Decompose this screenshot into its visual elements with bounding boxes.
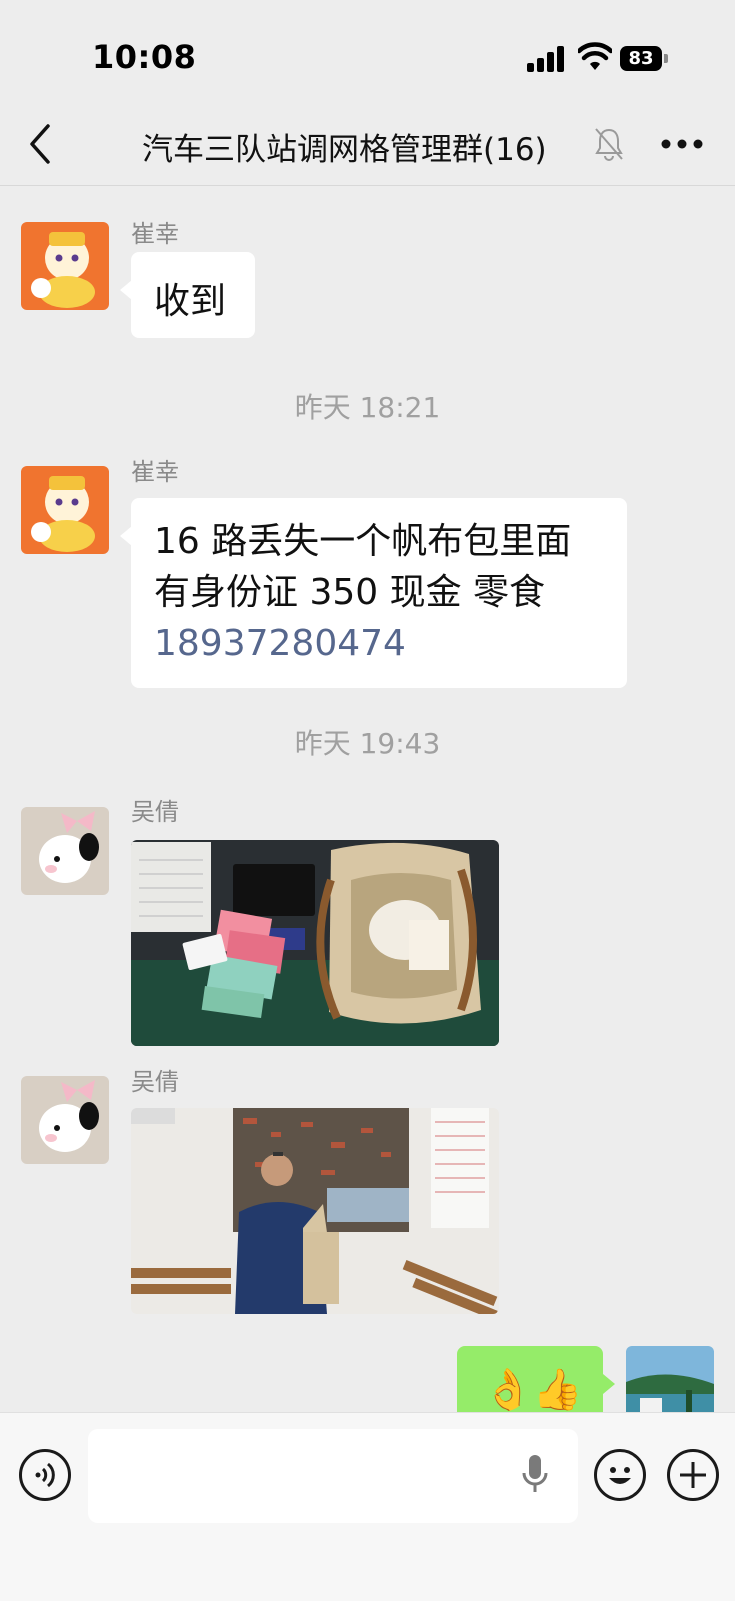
message-line: 有身份证 350 现金 零食 — [154, 572, 546, 613]
message-text: 收到 — [154, 281, 227, 322]
sender-name: 崔幸 — [131, 220, 179, 248]
chat-title[interactable]: 汽车三队站调网格管理群(16) — [142, 124, 547, 169]
avatar[interactable] — [21, 466, 109, 554]
voice-icon[interactable] — [19, 1449, 71, 1501]
my-avatar[interactable] — [626, 1346, 714, 1412]
input-bar — [0, 1412, 735, 1601]
avatar[interactable] — [21, 807, 109, 895]
message-bubble[interactable]: 16 路丢失一个帆布包里面 有身份证 350 现金 零食 18937280474 — [120, 498, 627, 688]
avatar[interactable] — [21, 1076, 109, 1164]
message-line: 16 路丢失一个帆布包里面 — [154, 521, 572, 562]
emoji-icon[interactable] — [594, 1449, 646, 1501]
battery-icon: 83 — [620, 46, 668, 71]
avatar[interactable] — [21, 222, 109, 310]
chat-messages[interactable]: 崔幸 收到 昨天 18:21 崔幸 16 路丢失一个帆布包里面 有身份证 350… — [0, 186, 735, 1412]
status-bar: 10:08 83 — [0, 0, 735, 110]
outgoing-bubble[interactable]: 👌👍 — [457, 1346, 603, 1412]
signal-icon — [527, 44, 567, 72]
message-image[interactable] — [131, 1108, 499, 1314]
phone-number-link[interactable]: 18937280474 — [154, 618, 571, 669]
sender-name: 崔幸 — [131, 458, 179, 486]
message-bubble[interactable]: 收到 — [120, 252, 255, 338]
wifi-icon — [578, 42, 612, 70]
bubble-tail — [603, 1374, 615, 1394]
timestamp: 昨天 18:21 — [294, 391, 441, 424]
status-time: 10:08 — [92, 38, 197, 76]
mic-icon[interactable] — [520, 1453, 550, 1495]
message-input[interactable] — [88, 1429, 578, 1523]
more-icon[interactable] — [658, 130, 706, 158]
timestamp: 昨天 19:43 — [294, 727, 441, 760]
message-text: 16 路丢失一个帆布包里面 有身份证 350 现金 零食 18937280474 — [154, 516, 571, 669]
sender-name: 吴倩 — [131, 798, 179, 826]
battery-level: 83 — [620, 46, 662, 71]
mute-bell-icon — [595, 128, 623, 161]
message-image[interactable] — [131, 840, 499, 1046]
outgoing-emoji: 👌👍 — [483, 1367, 583, 1412]
plus-icon[interactable] — [667, 1449, 719, 1501]
chat-header: 汽车三队站调网格管理群(16) — [0, 110, 735, 186]
back-icon[interactable] — [26, 122, 56, 166]
sender-name: 吴倩 — [131, 1068, 179, 1096]
